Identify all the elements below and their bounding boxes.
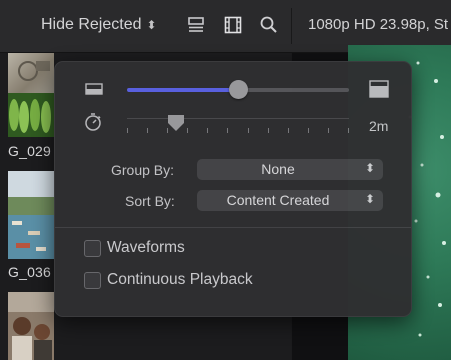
clip-thumbnail[interactable] [8,53,54,93]
slider-tick [147,128,148,133]
clip-thumbnail[interactable] [8,292,54,360]
large-clip-height-icon [369,80,389,98]
slider-tick [227,128,228,133]
stopwatch-icon [85,113,101,131]
updown-chevron-icon: ⬍ [364,192,375,206]
sort-by-value: Content Created [226,192,330,208]
filter-label: Hide Rejected [41,16,142,33]
slider-tick [167,128,168,133]
slider-fill [127,88,238,92]
slider-tick [127,128,128,133]
slider-tick [207,128,208,133]
slider-tick [328,128,329,133]
group-by-label: Group By: [111,162,175,178]
slider-tick [268,128,269,133]
waveforms-label[interactable]: Waveforms [107,239,185,257]
clip-height-slider[interactable] [127,80,349,106]
slider-track [127,118,349,119]
continuous-playback-checkbox[interactable] [84,272,101,289]
slider-track [238,88,349,92]
slider-tick [187,128,188,133]
slider-tick [308,128,309,133]
sort-by-select[interactable]: Content Created ⬍ [197,190,383,211]
filmstrip-icon[interactable] [223,15,243,35]
slider-knob[interactable] [229,80,248,99]
vegetables-image [8,93,54,137]
list-view-icon[interactable] [186,15,206,35]
project-format-label: 1080p HD 23.98p, St [308,16,449,33]
slider-tick [288,128,289,133]
clip-thumbnail[interactable] [8,93,54,137]
machine-image [18,61,50,81]
sort-by-label: Sort By: [125,193,175,209]
clip-appearance-popover: 2m Group By: None ⬍ Sort By: Content Cre… [54,61,412,317]
updown-chevron-icon: ⬍ [364,161,375,175]
filter-popup-button[interactable]: Hide Rejected ⬍ [41,16,157,34]
clip-thumbnail[interactable] [8,171,54,259]
group-by-value: None [261,161,295,177]
separator [55,227,411,228]
toolbar-divider [291,8,292,44]
slider-knob[interactable] [167,114,185,132]
waveforms-checkbox[interactable] [84,240,101,257]
search-icon[interactable] [259,15,279,35]
clip-name-label: G_036 [8,264,52,280]
duration-value: 2m [369,118,389,134]
people-image [8,292,54,360]
small-clip-height-icon [85,83,103,95]
continuous-playback-label[interactable]: Continuous Playback [107,271,253,289]
harbor-image [8,171,54,259]
updown-chevron-icon: ⬍ [146,18,157,32]
duration-slider[interactable] [127,115,349,138]
clip-name-label: G_029 [8,143,52,159]
group-by-select[interactable]: None ⬍ [197,159,383,180]
slider-tick [348,128,349,133]
slider-tick [248,128,249,133]
